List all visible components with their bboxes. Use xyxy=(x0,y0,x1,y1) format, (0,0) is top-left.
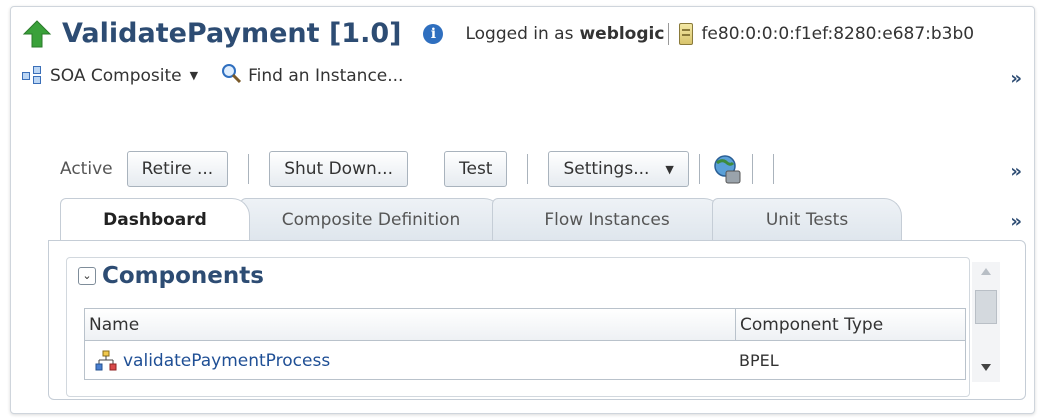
toolbar-separator xyxy=(772,154,774,184)
chevron-down-icon: ▼ xyxy=(665,162,674,176)
scroll-thumb[interactable] xyxy=(975,290,997,324)
settings-label: Settings... xyxy=(563,159,650,179)
title-row: ValidatePayment [1.0] i Logged in as web… xyxy=(22,18,974,49)
chevron-down-icon[interactable]: ▼ xyxy=(190,69,198,82)
vertical-scrollbar[interactable] xyxy=(972,262,1000,382)
components-title: Components xyxy=(102,263,264,289)
tabs-overflow[interactable]: » xyxy=(1010,211,1022,232)
toolbar-separator xyxy=(527,154,529,184)
tab-flow-instances[interactable]: Flow Instances xyxy=(492,198,722,240)
logged-in-label: Logged in as xyxy=(465,23,574,44)
toolbar-separator xyxy=(751,154,753,184)
globe-icon[interactable] xyxy=(712,153,742,185)
component-type: BPEL xyxy=(739,351,779,370)
soa-composite-icon xyxy=(22,65,44,86)
magnifier-icon[interactable] xyxy=(220,62,242,89)
tab-label: Flow Instances xyxy=(544,209,670,230)
toolbar-overflow[interactable]: » xyxy=(1010,161,1022,182)
page-title: ValidatePayment [1.0] xyxy=(62,18,402,49)
component-name: validatePaymentProcess xyxy=(123,351,331,371)
collapse-icon[interactable]: ⌄ xyxy=(78,267,96,285)
tab-bar: Dashboard Composite Definition Flow Inst… xyxy=(60,198,1010,240)
tab-label: Dashboard xyxy=(103,209,207,230)
table-row[interactable]: validatePaymentProcess BPEL xyxy=(85,342,965,380)
up-arrow-icon xyxy=(22,19,52,49)
toolbar: Active Retire ... Shut Down... Test Sett… xyxy=(60,151,784,187)
tab-unit-tests[interactable]: Unit Tests xyxy=(712,198,902,240)
column-header-name[interactable]: Name xyxy=(85,309,735,341)
tab-label: Unit Tests xyxy=(765,209,849,230)
header-divider xyxy=(668,22,670,45)
status-text: Active xyxy=(60,159,113,179)
toolbar-separator xyxy=(698,154,700,184)
settings-button[interactable]: Settings... ▼ xyxy=(548,151,689,187)
retire-button[interactable]: Retire ... xyxy=(126,151,229,187)
column-header-component-type[interactable]: Component Type xyxy=(735,309,967,341)
tab-dashboard[interactable]: Dashboard xyxy=(60,198,250,240)
tab-label: Composite Definition xyxy=(281,209,461,230)
scroll-up-arrow-icon[interactable] xyxy=(981,268,991,275)
components-table: Name Component Type validatePaymentProce… xyxy=(84,308,966,380)
component-name-link[interactable]: validatePaymentProcess xyxy=(95,342,330,380)
more-menu-overflow[interactable]: » xyxy=(1010,68,1022,89)
server-icon xyxy=(679,22,694,45)
find-instance-link[interactable]: Find an Instance... xyxy=(248,66,403,86)
host-address: fe80:0:0:0:f1ef:8280:e687:b3b0 xyxy=(701,23,975,44)
components-header: ⌄ Components xyxy=(78,263,264,289)
table-header: Name Component Type xyxy=(85,309,965,341)
username: weblogic xyxy=(579,23,665,44)
info-icon[interactable]: i xyxy=(423,23,444,44)
test-button[interactable]: Test xyxy=(443,151,508,187)
toolbar-separator xyxy=(248,154,250,184)
tab-composite-definition[interactable]: Composite Definition xyxy=(240,198,502,240)
soa-composite-menu[interactable]: SOA Composite xyxy=(50,66,182,86)
menu-row: SOA Composite ▼ Find an Instance... xyxy=(22,62,403,89)
bpel-process-icon xyxy=(95,350,117,371)
scroll-down-arrow-icon[interactable] xyxy=(981,364,991,371)
shutdown-button[interactable]: Shut Down... xyxy=(269,151,408,187)
